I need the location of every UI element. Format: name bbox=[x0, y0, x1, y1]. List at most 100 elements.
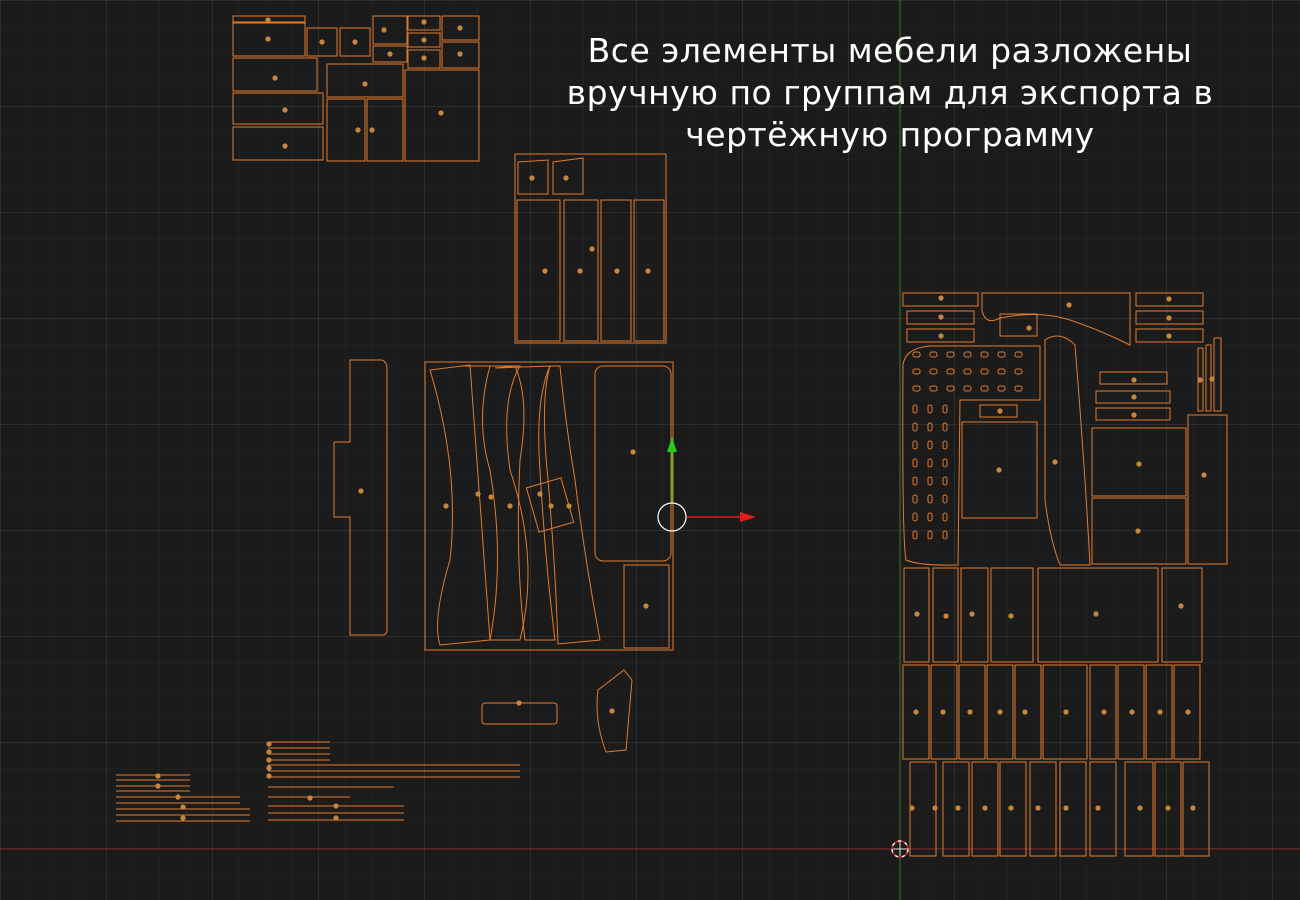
origin-dot bbox=[516, 700, 522, 706]
panel[interactable] bbox=[232, 57, 318, 92]
panel[interactable] bbox=[1187, 414, 1228, 565]
origin-dot bbox=[1026, 325, 1032, 331]
origin-dot bbox=[1137, 805, 1143, 811]
leg-part[interactable] bbox=[1029, 761, 1057, 857]
curved-leg[interactable] bbox=[494, 365, 556, 641]
gizmo-center-ring-icon[interactable] bbox=[657, 502, 687, 532]
origin-dot bbox=[282, 143, 288, 149]
origin-dot bbox=[443, 503, 449, 509]
slot-mark bbox=[912, 385, 921, 392]
origin-dot bbox=[548, 503, 554, 509]
group-strips-middle[interactable] bbox=[268, 741, 520, 821]
origin-dot bbox=[352, 39, 358, 45]
curved-rail[interactable] bbox=[1044, 335, 1091, 566]
leg-part[interactable] bbox=[960, 567, 989, 663]
panel[interactable] bbox=[552, 157, 584, 195]
slot-mark bbox=[997, 351, 1006, 358]
origin-dot bbox=[457, 25, 463, 31]
group-strips-left[interactable] bbox=[116, 774, 250, 822]
slot-mark bbox=[912, 422, 918, 432]
slot-mark bbox=[912, 494, 918, 504]
origin-dot bbox=[282, 107, 288, 113]
origin-dot bbox=[932, 805, 938, 811]
curved-frame[interactable] bbox=[902, 345, 1041, 566]
origin-dot bbox=[362, 81, 368, 87]
curved-leg[interactable] bbox=[429, 364, 491, 646]
slot-mark bbox=[929, 351, 938, 358]
panel[interactable] bbox=[326, 63, 404, 98]
slot-mark bbox=[942, 476, 948, 486]
origin-dot bbox=[909, 805, 915, 811]
origin-dot bbox=[1063, 805, 1069, 811]
slot-mark bbox=[912, 351, 921, 358]
panel[interactable] bbox=[1161, 567, 1203, 663]
origin-dot bbox=[938, 314, 944, 320]
origin-dot bbox=[1101, 709, 1107, 715]
slot-marks bbox=[912, 351, 1023, 540]
slot-mark bbox=[927, 530, 933, 540]
origin-dot bbox=[1166, 333, 1172, 339]
origin-dot bbox=[1095, 805, 1101, 811]
slot-mark bbox=[942, 404, 948, 414]
group-right-large-sheet[interactable] bbox=[902, 292, 1228, 857]
side-profile-part[interactable] bbox=[333, 359, 388, 636]
origin-dot bbox=[1157, 709, 1163, 715]
origin-dot bbox=[421, 37, 427, 43]
slot-mark bbox=[942, 422, 948, 432]
origin-dot bbox=[369, 127, 375, 133]
slot-mark bbox=[980, 351, 989, 358]
panel[interactable] bbox=[516, 199, 561, 342]
slot-mark bbox=[912, 368, 921, 375]
slot-mark bbox=[912, 440, 918, 450]
bracket[interactable] bbox=[481, 702, 558, 725]
origin-dot bbox=[913, 709, 919, 715]
origin-dot bbox=[609, 708, 615, 714]
origin-dot bbox=[1136, 461, 1142, 467]
3d-viewport[interactable]: Все элементы мебели разложены вручную по… bbox=[0, 0, 1300, 900]
slot-mark bbox=[997, 368, 1006, 375]
group-side-profile[interactable] bbox=[333, 359, 388, 636]
slot-mark bbox=[927, 476, 933, 486]
origin-dot bbox=[1052, 459, 1058, 465]
gizmo-y-arrow-icon[interactable] bbox=[667, 437, 677, 452]
slot-mark bbox=[912, 512, 918, 522]
origin-dot bbox=[1197, 377, 1203, 383]
leg-part[interactable] bbox=[1014, 664, 1042, 760]
slot-mark bbox=[1014, 351, 1023, 358]
slot-mark bbox=[1014, 368, 1023, 375]
leg-part[interactable] bbox=[1182, 761, 1210, 857]
origin-dot bbox=[507, 503, 513, 509]
origin-dot bbox=[1166, 296, 1172, 302]
origin-dot bbox=[175, 794, 181, 800]
panel-rounded[interactable] bbox=[594, 365, 672, 562]
origin-dot bbox=[1008, 805, 1014, 811]
slot-mark bbox=[1014, 385, 1023, 392]
origin-dot bbox=[307, 795, 313, 801]
slot-mark bbox=[929, 385, 938, 392]
overlay-caption: Все элементы мебели разложены вручную по… bbox=[540, 30, 1240, 156]
origin-dot bbox=[1035, 805, 1041, 811]
panel[interactable] bbox=[372, 15, 408, 45]
panel[interactable] bbox=[404, 69, 480, 162]
slot-mark bbox=[942, 494, 948, 504]
origin-dot bbox=[645, 268, 651, 274]
caption-line-1: Все элементы мебели разложены bbox=[587, 31, 1193, 70]
gizmo-x-arrow-icon[interactable] bbox=[740, 512, 756, 522]
leg-part[interactable] bbox=[1089, 761, 1117, 857]
origin-dot bbox=[381, 27, 387, 33]
slot-mark bbox=[942, 512, 948, 522]
slot-mark bbox=[980, 385, 989, 392]
origin-dot bbox=[1066, 302, 1072, 308]
origin-dot bbox=[387, 51, 393, 57]
slot-mark bbox=[963, 385, 972, 392]
arched-panel[interactable] bbox=[981, 292, 1131, 346]
panel[interactable] bbox=[232, 92, 324, 125]
panel[interactable] bbox=[232, 126, 324, 161]
3d-cursor-icon bbox=[891, 840, 909, 858]
origin-dot bbox=[333, 815, 339, 821]
origin-dot bbox=[180, 804, 186, 810]
slat[interactable] bbox=[1213, 337, 1222, 412]
origin-dot bbox=[1165, 805, 1171, 811]
slot-mark bbox=[980, 368, 989, 375]
origin-dot bbox=[319, 39, 325, 45]
